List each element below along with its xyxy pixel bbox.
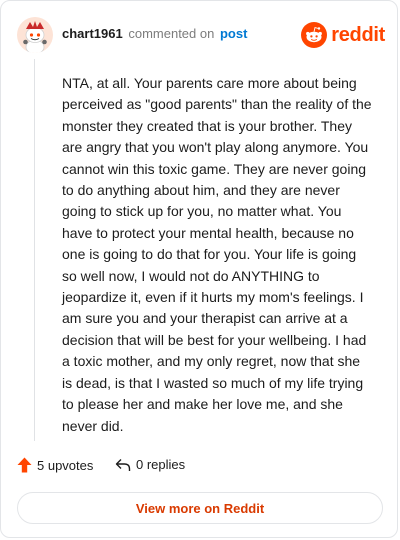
view-more-button[interactable]: View more on Reddit xyxy=(17,492,383,524)
reply-count: 0 replies xyxy=(136,457,186,472)
replies-button[interactable]: 0 replies xyxy=(115,457,185,472)
upvote-count: 5 upvotes xyxy=(37,457,94,473)
reddit-logo-icon xyxy=(301,22,328,48)
upvote-arrow-icon xyxy=(17,457,32,473)
reply-arrow-icon xyxy=(115,458,131,471)
commented-on-text: commented on xyxy=(128,26,215,41)
thread-line[interactable] xyxy=(34,59,35,441)
comment-body: NTA, at all. Your parents care more abou… xyxy=(62,75,372,434)
post-link[interactable]: post xyxy=(220,26,247,41)
reddit-wordmark: reddit xyxy=(331,23,385,46)
username-link[interactable]: chart1961 xyxy=(62,26,123,41)
comment-header: chart1961 commented on post reddit xyxy=(17,15,385,55)
snoo-avatar-icon[interactable] xyxy=(17,17,53,53)
upvote-button[interactable]: 5 upvotes xyxy=(17,457,93,473)
comment-meta: chart1961 commented on post xyxy=(62,26,247,41)
reddit-brand[interactable]: reddit xyxy=(301,21,385,49)
comment-embed-card: chart1961 commented on post reddit NTA, … xyxy=(0,0,398,538)
comment-actions: 5 upvotes 0 replies xyxy=(17,457,377,477)
